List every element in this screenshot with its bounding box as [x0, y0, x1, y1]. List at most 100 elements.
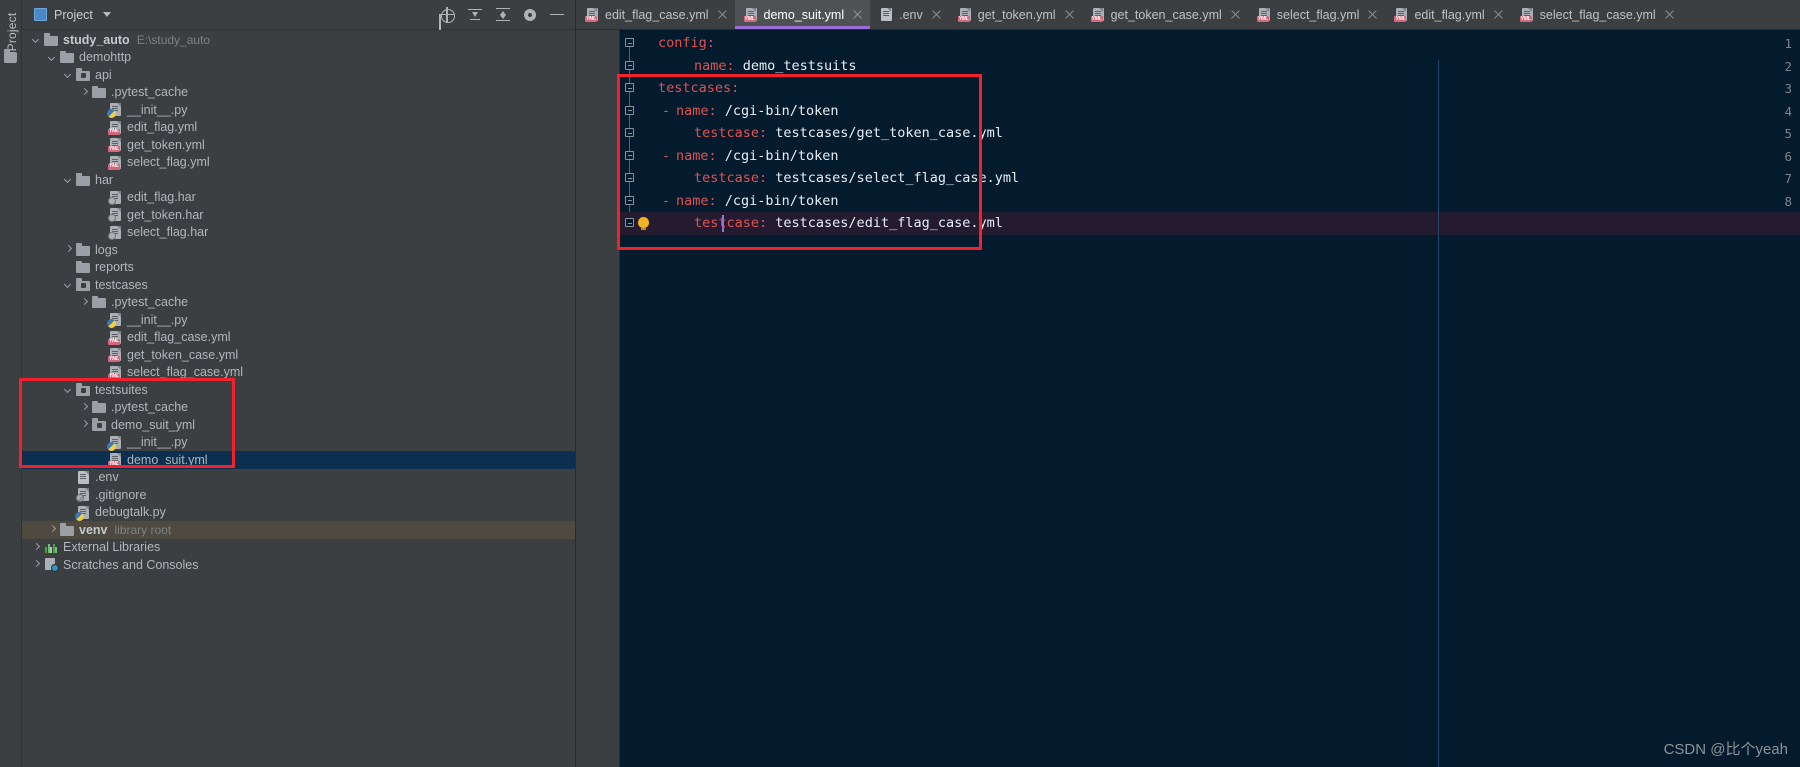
close-icon[interactable]: [852, 9, 863, 20]
tree-item-select-flag-case-yml[interactable]: YML select_flag_case.yml: [22, 364, 575, 382]
code-editor[interactable]: 1 config: 2 name: demo_testsuits 3 testcases:…: [576, 30, 1800, 767]
tree-item-api[interactable]: api: [22, 66, 575, 84]
chevron-right-icon[interactable]: [80, 403, 89, 412]
code-line[interactable]: config:: [620, 32, 1800, 55]
yml-file-icon: YML: [1519, 7, 1534, 22]
yml-file-icon: YML: [108, 137, 123, 153]
env-file-icon: [76, 470, 91, 485]
tree-item-get-token-case-yml[interactable]: YML get_token_case.yml: [22, 346, 575, 364]
close-icon[interactable]: [1230, 9, 1241, 20]
tree-item-venv[interactable]: venv library root: [22, 521, 575, 539]
tree-item-pytest-cache[interactable]: .pytest_cache: [22, 294, 575, 312]
close-icon[interactable]: [717, 9, 728, 20]
tree-item-gitignore[interactable]: .gitignore: [22, 486, 575, 504]
tree-item-edit-flag-yml[interactable]: YML edit_flag.yml: [22, 119, 575, 137]
tree-arrow-placeholder: [96, 455, 105, 464]
chevron-right-icon[interactable]: [32, 543, 41, 552]
chevron-down-icon[interactable]: [64, 280, 73, 289]
tree-item-init-py[interactable]: __init__.py: [22, 434, 575, 452]
tree-item-logs[interactable]: logs: [22, 241, 575, 259]
editor-tab-get-token-yml[interactable]: YML get_token.yml: [949, 0, 1082, 29]
close-icon[interactable]: [1367, 9, 1378, 20]
tree-item-get-token-yml[interactable]: YML get_token.yml: [22, 136, 575, 154]
code-fold-marker[interactable]: [625, 195, 634, 205]
chevron-down-icon[interactable]: [64, 70, 73, 79]
code-fold-marker[interactable]: [625, 128, 634, 137]
editor-tab-edit-flag-yml[interactable]: YML edit_flag.yml: [1385, 0, 1510, 29]
code-fold-marker[interactable]: [625, 83, 634, 92]
close-icon[interactable]: [931, 9, 942, 20]
chevron-down-icon[interactable]: [102, 12, 111, 17]
tree-item-study-auto[interactable]: study_auto E:\study_auto: [22, 31, 575, 49]
expand-all-icon[interactable]: [495, 7, 511, 23]
tree-item-har[interactable]: har: [22, 171, 575, 189]
chevron-right-icon[interactable]: [64, 245, 73, 254]
tree-item-reports[interactable]: reports: [22, 259, 575, 277]
code-fold-marker[interactable]: [625, 38, 634, 47]
tree-item-label: reports: [95, 260, 134, 275]
code-line[interactable]: - name: /cgi-bin/token: [620, 190, 1800, 213]
tree-item-demo-suit-yml[interactable]: YML demo_suit.yml: [22, 451, 575, 469]
code-fold-marker[interactable]: [625, 218, 634, 227]
tree-item-edit-flag-har[interactable]: edit_flag.har: [22, 189, 575, 207]
tree-item-init-py[interactable]: __init__.py: [22, 101, 575, 119]
editor-tab-get-token-case-yml[interactable]: YML get_token_case.yml: [1082, 0, 1248, 29]
code-fold-marker[interactable]: [625, 60, 634, 70]
tree-item-init-py[interactable]: __init__.py: [22, 311, 575, 329]
project-folder-icon[interactable]: [4, 49, 17, 63]
code-line[interactable]: testcase: testcases/get_token_case.yml: [620, 122, 1800, 145]
tree-item-env[interactable]: .env: [22, 469, 575, 487]
editor-tab-edit-flag-case-yml[interactable]: YML edit_flag_case.yml: [576, 0, 735, 29]
hide-panel-icon[interactable]: [549, 7, 565, 23]
code-line[interactable]: - name: /cgi-bin/token: [620, 145, 1800, 168]
gear-icon[interactable]: [523, 8, 537, 22]
tree-item-scratches-and-consoles[interactable]: Scratches and Consoles: [22, 556, 575, 574]
tree-item-testcases[interactable]: testcases: [22, 276, 575, 294]
active-tab-underline: [734, 26, 871, 29]
chevron-down-icon[interactable]: [64, 385, 73, 394]
code-line[interactable]: testcase: testcases/edit_flag_case.yml: [620, 212, 1800, 235]
code-fold-marker[interactable]: [625, 150, 634, 160]
tree-item-edit-flag-case-yml[interactable]: YML edit_flag_case.yml: [22, 329, 575, 347]
tree-item-select-flag-yml[interactable]: YML select_flag.yml: [22, 154, 575, 172]
chevron-right-icon[interactable]: [48, 525, 57, 534]
tree-item-select-flag-har[interactable]: select_flag.har: [22, 224, 575, 242]
folder-icon: [60, 50, 75, 65]
folder-icon: [76, 172, 91, 187]
editor-tab-env[interactable]: .env: [870, 0, 949, 29]
project-tree[interactable]: study_auto E:\study_auto demohttp api .pytes…: [22, 30, 575, 574]
tree-item-demo-suit-yml[interactable]: demo_suit_yml: [22, 416, 575, 434]
code-line[interactable]: name: demo_testsuits: [620, 55, 1800, 78]
editor-tab-bar[interactable]: YML edit_flag_case.yml YML demo_suit.yml .en…: [576, 0, 1800, 30]
tree-item-demohttp[interactable]: demohttp: [22, 49, 575, 67]
editor-tab-demo-suit-yml[interactable]: YML demo_suit.yml: [734, 0, 871, 29]
chevron-down-icon[interactable]: [48, 53, 57, 62]
tree-item-debugtalk-py[interactable]: debugtalk.py: [22, 504, 575, 522]
code-line[interactable]: testcase: testcases/select_flag_case.yml: [620, 167, 1800, 190]
code-line[interactable]: - name: /cgi-bin/token: [620, 100, 1800, 123]
code-fold-marker[interactable]: [625, 173, 634, 182]
tree-arrow-placeholder: [96, 105, 105, 114]
chevron-down-icon[interactable]: [64, 175, 73, 184]
code-line[interactable]: testcases:: [620, 77, 1800, 100]
chevron-down-icon[interactable]: [32, 35, 41, 44]
tree-item-get-token-har[interactable]: get_token.har: [22, 206, 575, 224]
chevron-right-icon[interactable]: [80, 298, 89, 307]
close-icon[interactable]: [1664, 9, 1675, 20]
tree-item-external-libraries[interactable]: External Libraries: [22, 539, 575, 557]
chevron-right-icon[interactable]: [80, 420, 89, 429]
chevron-right-icon[interactable]: [80, 88, 89, 97]
chevron-right-icon[interactable]: [32, 560, 41, 569]
locate-icon[interactable]: [439, 6, 455, 23]
tree-item-testsuites[interactable]: testsuites: [22, 381, 575, 399]
close-icon[interactable]: [1493, 9, 1504, 20]
editor-tab-select-flag-case-yml[interactable]: YML select_flag_case.yml: [1511, 0, 1682, 29]
project-selector[interactable]: Project: [22, 8, 111, 22]
tree-item-pytest-cache[interactable]: .pytest_cache: [22, 399, 575, 417]
tree-item-pytest-cache[interactable]: .pytest_cache: [22, 84, 575, 102]
code-fold-marker[interactable]: [625, 105, 634, 115]
editor-tab-select-flag-yml[interactable]: YML select_flag.yml: [1248, 0, 1386, 29]
intention-bulb-icon[interactable]: [638, 217, 649, 230]
close-icon[interactable]: [1064, 9, 1075, 20]
collapse-all-icon[interactable]: [467, 7, 483, 23]
